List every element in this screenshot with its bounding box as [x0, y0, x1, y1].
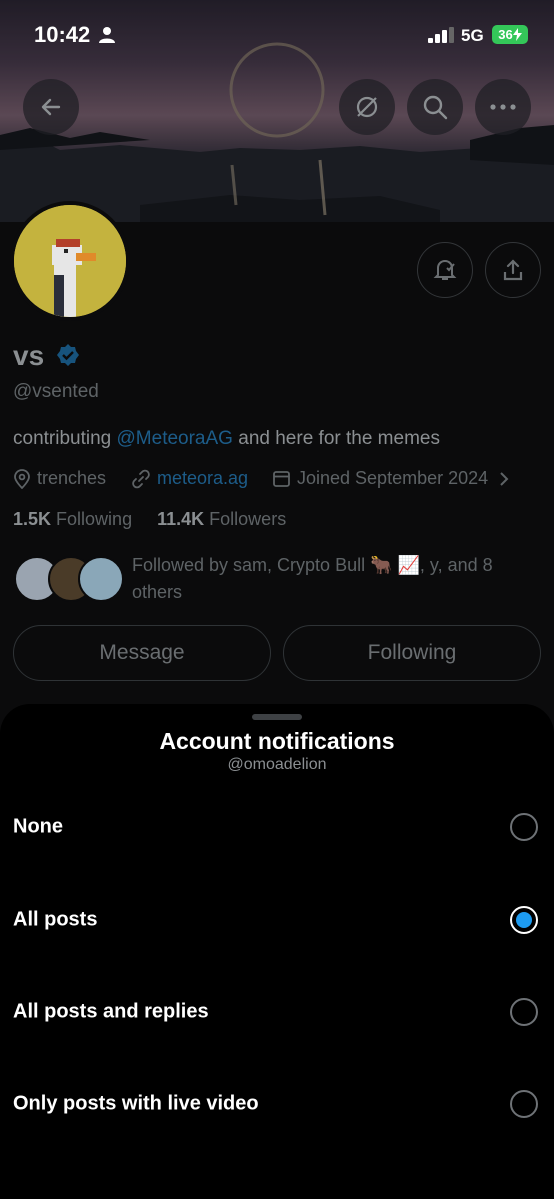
- sheet-grabber[interactable]: [252, 714, 302, 720]
- followers-link[interactable]: 11.4K Followers: [157, 509, 286, 529]
- mutual-avatar: [78, 556, 124, 602]
- signal-icon: [428, 27, 454, 43]
- grok-button[interactable]: [339, 79, 395, 135]
- profile-name: vs: [13, 340, 80, 372]
- message-button[interactable]: Message: [13, 625, 271, 681]
- followers-label: Followers: [209, 509, 287, 529]
- location: trenches: [13, 468, 106, 489]
- sheet-subtitle: @omoadelion: [227, 756, 327, 773]
- location-text: trenches: [37, 468, 107, 488]
- person-icon: [99, 27, 115, 43]
- option-live-video[interactable]: Only posts with live video: [0, 1074, 554, 1134]
- profile-bio: contributing @MeteoraAG and here for the…: [13, 428, 440, 450]
- following-button[interactable]: Following: [283, 625, 541, 681]
- option-all-posts-and-replies[interactable]: All posts and replies: [0, 982, 554, 1042]
- back-arrow-icon: [41, 98, 61, 116]
- option-label: All posts: [13, 908, 98, 931]
- status-bar: 10:42 5G 36: [0, 0, 554, 70]
- share-icon: [503, 259, 523, 281]
- more-button[interactable]: [475, 79, 531, 135]
- search-button[interactable]: [407, 79, 463, 135]
- share-button[interactable]: [485, 242, 541, 298]
- calendar-icon: [273, 471, 290, 487]
- display-name: vs: [13, 340, 45, 371]
- radio-button[interactable]: [510, 813, 538, 841]
- followed-by-text[interactable]: Followed by sam, Crypto Bull 🐂 📈, y, and…: [132, 552, 532, 606]
- network-label: 5G: [461, 26, 484, 45]
- joined-text: Joined September 2024: [297, 468, 489, 488]
- radio-button[interactable]: [510, 998, 538, 1026]
- follow-counts: 1.5K Following 11.4K Followers: [13, 509, 286, 530]
- chevron-right-icon[interactable]: [498, 471, 510, 487]
- search-icon: [423, 95, 448, 120]
- option-none[interactable]: None: [0, 797, 554, 857]
- option-label: All posts and replies: [13, 1000, 209, 1023]
- radio-button[interactable]: [510, 1090, 538, 1118]
- grok-icon: [356, 96, 378, 118]
- following-count: 1.5K: [13, 509, 52, 529]
- avatar[interactable]: [10, 201, 130, 321]
- following-link[interactable]: 1.5K Following: [13, 509, 132, 529]
- more-icon: [490, 104, 516, 110]
- notifications-bell-button[interactable]: [417, 242, 473, 298]
- followers-count: 11.4K: [157, 509, 205, 529]
- website[interactable]: meteora.ag: [131, 468, 248, 489]
- radio-button-selected[interactable]: [510, 906, 538, 934]
- location-pin-icon: [14, 468, 30, 489]
- mutual-followers-avatars[interactable]: [14, 556, 124, 604]
- battery-indicator: 36: [492, 25, 528, 44]
- joined-date: Joined September 2024: [272, 468, 510, 489]
- option-label: Only posts with live video: [13, 1092, 259, 1115]
- account-notifications-sheet: Account notifications @omoadelion None A…: [0, 704, 554, 1199]
- status-time: 10:42: [34, 22, 91, 47]
- website-link[interactable]: meteora.ag: [157, 468, 248, 489]
- sheet-title: Account notifications: [159, 728, 395, 754]
- bio-suffix: and here for the memes: [232, 428, 440, 449]
- verified-badge-icon: [56, 344, 79, 366]
- back-button[interactable]: [23, 79, 79, 135]
- bio-mention-link[interactable]: @MeteoraAG: [117, 428, 233, 449]
- bell-check-icon: [433, 259, 457, 280]
- option-label: None: [13, 815, 63, 838]
- charging-icon: [512, 28, 522, 41]
- profile-handle: @vsented: [13, 381, 99, 402]
- link-icon: [132, 469, 150, 488]
- option-all-posts[interactable]: All posts: [0, 890, 554, 950]
- following-label: Following: [56, 509, 133, 529]
- bio-prefix: contributing: [13, 428, 117, 449]
- battery-level: 36: [498, 27, 513, 42]
